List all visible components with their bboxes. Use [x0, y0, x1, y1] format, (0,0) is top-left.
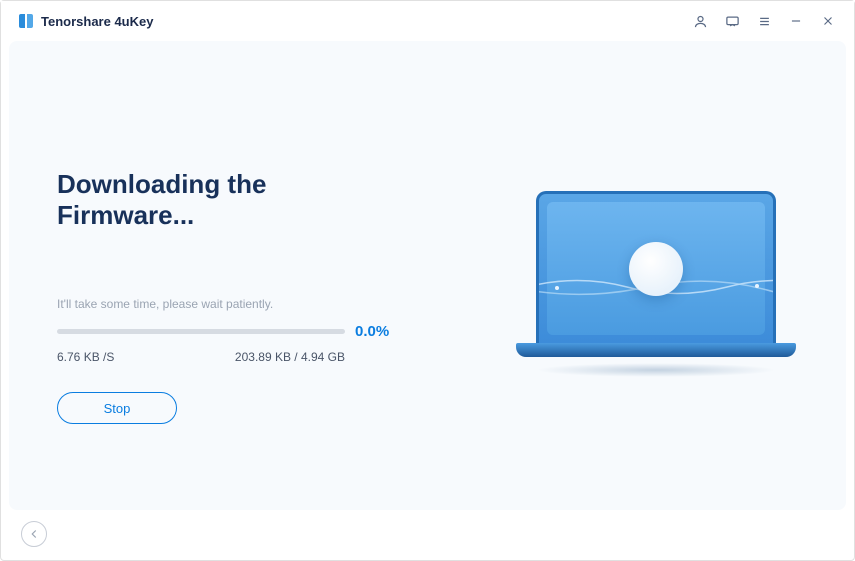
arrow-left-icon [27, 527, 41, 541]
titlebar: Tenorshare 4uKey [1, 1, 854, 41]
wait-message: It'll take some time, please wait patien… [57, 297, 397, 311]
loading-circle-icon [629, 242, 683, 296]
page-title: Downloading the Firmware... [57, 169, 397, 231]
close-icon[interactable] [820, 13, 836, 29]
titlebar-right [692, 13, 836, 29]
stop-button[interactable]: Stop [57, 392, 177, 424]
laptop-illustration [516, 191, 796, 381]
download-size: 203.89 KB / 4.94 GB [235, 350, 345, 364]
progress-bar [57, 329, 345, 334]
app-logo-icon [19, 14, 33, 28]
progress-percent: 0.0% [355, 323, 397, 340]
menu-icon[interactable] [756, 13, 772, 29]
progress-row: 0.0% [57, 323, 397, 340]
app-title: Tenorshare 4uKey [41, 14, 153, 29]
download-speed: 6.76 KB /S [57, 350, 114, 364]
feedback-icon[interactable] [724, 13, 740, 29]
content-left: Downloading the Firmware... It'll take s… [57, 169, 397, 424]
bottom-bar [9, 516, 846, 552]
titlebar-left: Tenorshare 4uKey [19, 14, 153, 29]
minimize-icon[interactable] [788, 13, 804, 29]
download-stats: 6.76 KB /S 203.89 KB / 4.94 GB [57, 350, 345, 364]
user-icon[interactable] [692, 13, 708, 29]
main-area: Downloading the Firmware... It'll take s… [9, 41, 846, 510]
back-button[interactable] [21, 521, 47, 547]
